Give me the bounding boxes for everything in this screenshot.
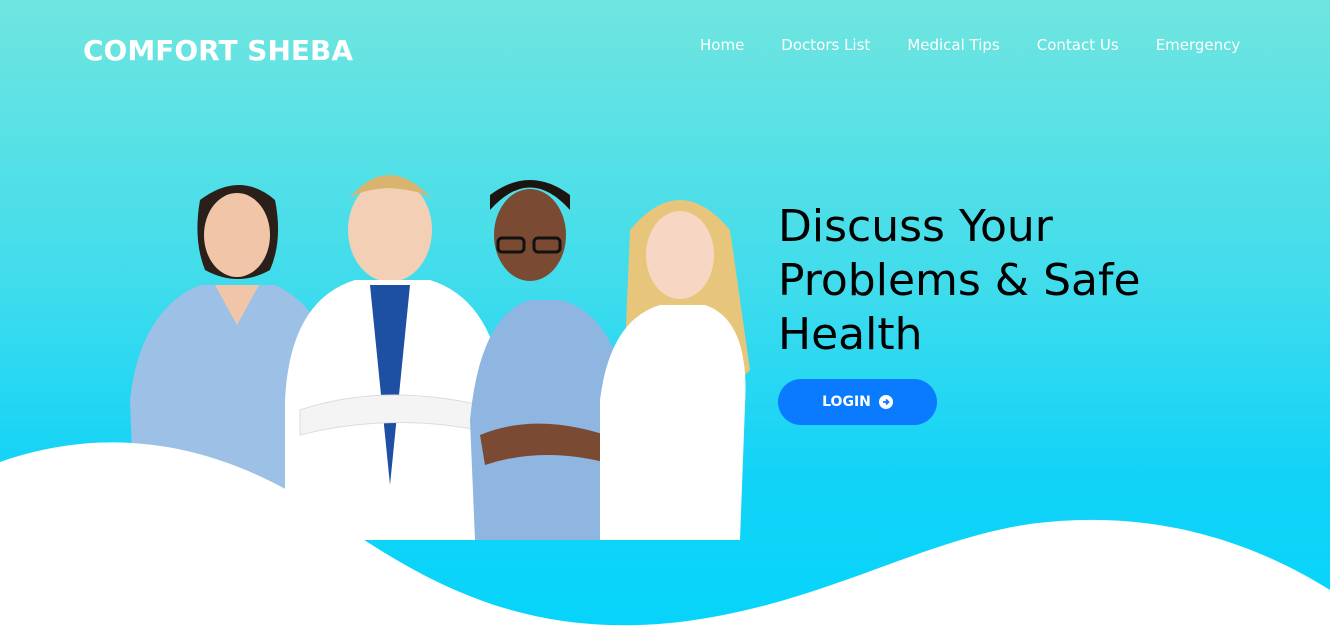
login-button-label: LOGIN bbox=[822, 394, 871, 410]
hero-headline: Discuss Your Problems & Safe Health bbox=[778, 200, 1198, 362]
arrow-circle-right-icon bbox=[878, 395, 893, 409]
hero-section: COMFORT SHEBA Home Doctors List Medical … bbox=[0, 0, 1330, 630]
headline-line-1: Discuss Your bbox=[778, 201, 1053, 252]
headline-line-2: Problems & Safe bbox=[778, 255, 1141, 306]
headline-line-3: Health bbox=[778, 309, 923, 360]
login-button[interactable]: LOGIN bbox=[778, 379, 937, 425]
